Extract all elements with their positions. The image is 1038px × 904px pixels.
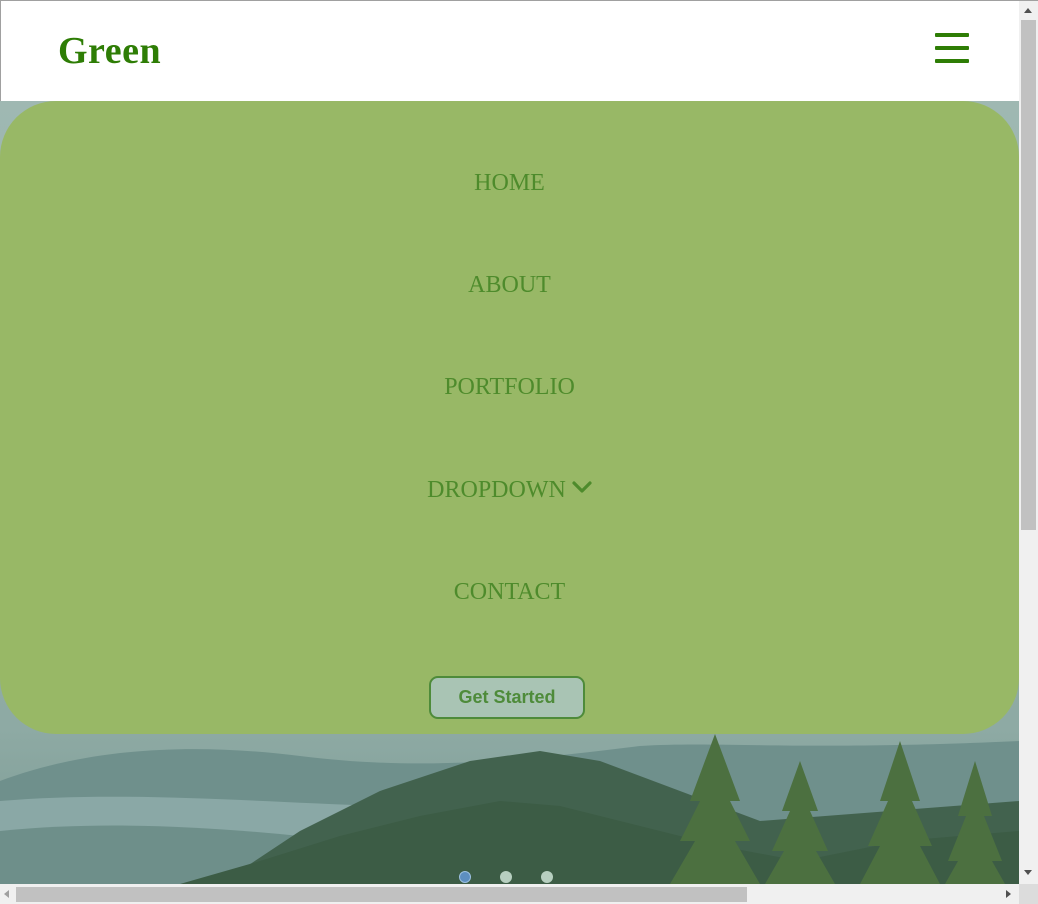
nav-item-label: HOME — [474, 170, 545, 196]
chevron-down-icon — [572, 473, 592, 503]
nav-item-portfolio[interactable]: PORTFOLIO — [0, 372, 1019, 402]
hamburger-menu-icon[interactable] — [935, 33, 971, 65]
carousel-indicator-2[interactable] — [500, 871, 512, 883]
horizontal-scrollbar-thumb[interactable] — [16, 887, 747, 902]
nav-item-dropdown[interactable]: DROPDOWN — [0, 475, 1019, 506]
scrollbar-corner — [1019, 884, 1038, 904]
carousel-indicator-3[interactable] — [541, 871, 553, 883]
site-header: Green — [1, 1, 1019, 101]
vertical-scrollbar[interactable] — [1019, 1, 1038, 884]
mobile-navigation-menu: HOME ABOUT PORTFOLIO DROPDOWN CONTACT Ge… — [0, 101, 1019, 734]
vertical-scrollbar-thumb[interactable] — [1021, 20, 1036, 530]
nav-item-label: CONTACT — [453, 579, 566, 605]
nav-item-label: DROPDOWN — [427, 477, 566, 503]
nav-item-label: PORTFOLIO — [444, 374, 575, 400]
nav-item-contact[interactable]: CONTACT — [0, 577, 1019, 607]
scroll-left-arrow-icon[interactable] — [4, 890, 9, 898]
get-started-button[interactable]: Get Started — [429, 676, 585, 719]
nav-item-home[interactable]: HOME — [0, 168, 1019, 198]
carousel-indicator-1[interactable] — [459, 871, 471, 883]
horizontal-scrollbar[interactable] — [0, 884, 1019, 904]
nav-item-about[interactable]: ABOUT — [0, 270, 1019, 300]
scroll-up-arrow-icon[interactable] — [1024, 8, 1032, 13]
site-logo[interactable]: Green — [58, 29, 161, 73]
scroll-down-arrow-icon[interactable] — [1024, 870, 1032, 875]
scroll-right-arrow-icon[interactable] — [1006, 890, 1011, 898]
nav-item-label: ABOUT — [468, 272, 551, 298]
